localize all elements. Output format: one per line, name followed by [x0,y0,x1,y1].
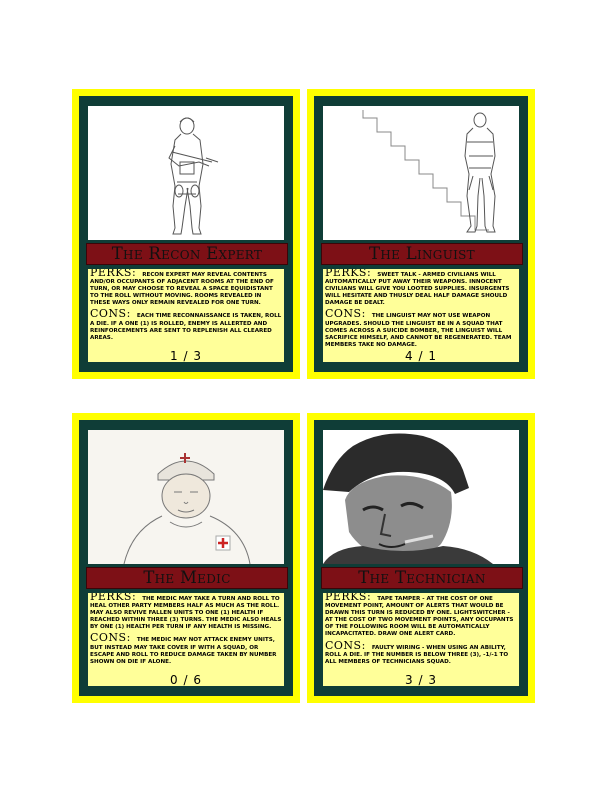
card-count: 0 / 6 [170,673,202,687]
perks-section: PERKS: Sweet talk - armed civilians will … [325,269,517,307]
card-text-panel: PERKS: Tape tamper - at the cost of one m… [323,593,519,686]
card-title: The Recon Expert [86,243,288,265]
card-title: The Medic [86,567,288,589]
card-count: 1 / 3 [170,349,202,363]
perks-section: PERKS: The medic may take a turn and roll… [90,593,282,631]
cons-section: CONS: Each time reconnaissance is taken, … [90,307,282,341]
card-title: The Technician [321,567,523,589]
cons-label: CONS: [325,638,366,652]
card-title: The Linguist [321,243,523,265]
perks-label: PERKS: [325,269,372,279]
perks-label: PERKS: [90,269,137,279]
card-text-panel: PERKS: Recon expert may reveal contents a… [88,269,284,362]
cons-section: CONS: The medic may not attack enemy unit… [90,631,282,665]
card-technician: The Technician PERKS: Tape tamper - at th… [307,413,535,703]
card-text-panel: PERKS: Sweet talk - armed civilians will … [323,269,519,362]
card-frame: The Technician PERKS: Tape tamper - at th… [314,420,528,696]
recon-soldier-illustration [88,106,284,240]
card-count: 3 / 3 [405,673,437,687]
cons-label: CONS: [90,631,131,645]
perks-section: PERKS: Recon expert may reveal contents a… [90,269,282,307]
perks-label: PERKS: [325,593,372,603]
card-recon-expert: The Recon Expert PERKS: Recon expert may … [72,89,300,379]
cons-label: CONS: [90,307,131,321]
cons-section: CONS: Faulty wiring - when using an abili… [325,638,517,666]
card-frame: The Recon Expert PERKS: Recon expert may … [79,96,293,372]
perks-text: Tape tamper - at the cost of one movemen… [325,596,514,638]
card-frame: The Medic PERKS: The medic may take a tur… [79,420,293,696]
cons-section: CONS: The linguist may not use weapon upg… [325,307,517,348]
cons-label: CONS: [325,307,366,321]
card-linguist: The Linguist PERKS: Sweet talk - armed ci… [307,89,535,379]
card-frame: The Linguist PERKS: Sweet talk - armed ci… [314,96,528,372]
perks-section: PERKS: Tape tamper - at the cost of one m… [325,593,517,639]
technician-illustration [323,430,519,564]
linguist-soldier-illustration [323,106,519,240]
card-text-panel: PERKS: The medic may take a turn and roll… [88,593,284,686]
card-medic: The Medic PERKS: The medic may take a tur… [72,413,300,703]
medic-illustration [88,430,284,564]
card-count: 4 / 1 [405,349,437,363]
perks-label: PERKS: [90,593,137,603]
